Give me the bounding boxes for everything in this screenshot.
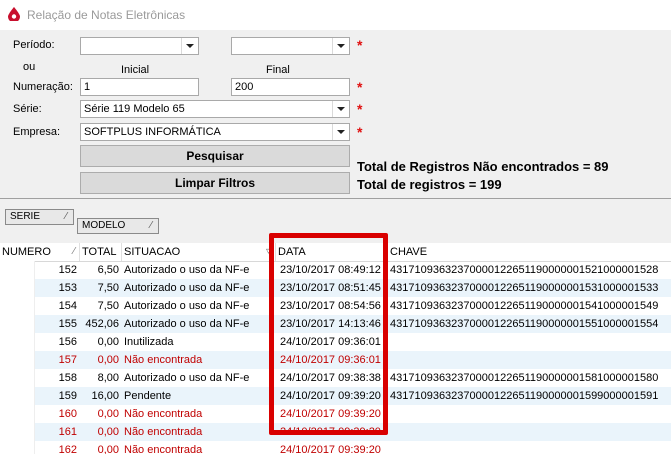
divider xyxy=(0,198,671,199)
row-indent xyxy=(0,423,35,441)
column-header-total[interactable]: TOTAL xyxy=(80,243,122,261)
row-indent xyxy=(0,387,35,405)
serie-dropdown[interactable]: Série 119 Modelo 65 xyxy=(80,100,350,118)
periodo-inicial-dropdown[interactable] xyxy=(80,37,199,55)
chevron-down-icon xyxy=(332,124,349,140)
data-column-highlight xyxy=(269,233,388,435)
cell-chave xyxy=(388,405,671,423)
cell-total: 0,00 xyxy=(97,408,119,420)
column-header-situacao[interactable]: SITUACAO ▿ xyxy=(122,243,276,261)
cell-numero: 154 xyxy=(58,300,77,312)
cell-numero: 156 xyxy=(58,336,77,348)
cell-numero: 162 xyxy=(58,444,77,454)
cell-chave: 4317109363237000012265119000000159900000… xyxy=(390,390,659,402)
numeracao-final-input[interactable]: 200 xyxy=(231,78,350,96)
cell-situacao: Não encontrada xyxy=(124,354,203,366)
cell-chave: 4317109363237000012265119000000158100000… xyxy=(390,372,659,384)
cell-numero: 157 xyxy=(58,354,77,366)
row-indent xyxy=(0,297,35,315)
required-mark: * xyxy=(357,79,363,95)
row-indent xyxy=(0,405,35,423)
cell-numero: 152 xyxy=(58,264,77,276)
inicial-label: Inicial xyxy=(121,64,150,76)
numeracao-label: Numeração: xyxy=(13,81,73,93)
cell-chave xyxy=(388,441,671,454)
row-indent xyxy=(0,333,35,351)
cell-situacao: Inutilizada xyxy=(124,336,174,348)
empresa-dropdown[interactable]: SOFTPLUS INFORMÁTICA xyxy=(80,123,350,141)
cell-total: 16,00 xyxy=(91,390,119,402)
required-mark: * xyxy=(357,101,363,117)
cell-numero: 159 xyxy=(58,390,77,402)
window-title: Relação de Notas Eletrônicas xyxy=(27,8,186,22)
total-registros: Total de registros = 199 xyxy=(357,177,502,192)
row-indent xyxy=(0,369,35,387)
limpar-filtros-button[interactable]: Limpar Filtros xyxy=(80,172,350,194)
final-label: Final xyxy=(266,64,290,76)
cell-situacao: Não encontrada xyxy=(124,426,203,438)
cell-chave xyxy=(388,423,671,441)
cell-numero: 155 xyxy=(58,318,77,330)
cell-total: 0,00 xyxy=(97,426,119,438)
title-bar: Relação de Notas Eletrônicas xyxy=(0,0,671,30)
sort-icon: ⁄ xyxy=(150,220,152,231)
group-by-serie[interactable]: SERIE ⁄ xyxy=(5,209,74,225)
row-indent xyxy=(0,315,35,333)
sort-icon: ⁄ xyxy=(65,211,67,222)
cell-situacao: Autorizado o uso da NF-e xyxy=(124,282,250,294)
sort-icon: ⁄ xyxy=(73,246,75,257)
cell-data: 24/10/2017 09:39:20 xyxy=(280,444,381,454)
cell-situacao: Autorizado o uso da NF-e xyxy=(124,300,250,312)
cell-chave: 4317109363237000012265119000000152100000… xyxy=(390,264,659,276)
cell-chave: 4317109363237000012265119000000154100000… xyxy=(390,300,659,312)
cell-numero: 158 xyxy=(58,372,77,384)
numeracao-inicial-input[interactable]: 1 xyxy=(80,78,199,96)
serie-label: Série: xyxy=(13,103,42,115)
table-row[interactable]: 162 0,00 Não encontrada 24/10/2017 09:39:20 xyxy=(0,441,671,454)
empresa-label: Empresa: xyxy=(13,126,61,138)
cell-numero: 160 xyxy=(58,408,77,420)
pesquisar-button[interactable]: Pesquisar xyxy=(80,145,350,167)
chevron-down-icon xyxy=(181,38,198,54)
cell-situacao: Autorizado o uso da NF-e xyxy=(124,372,250,384)
cell-situacao: Pendente xyxy=(124,390,172,402)
filter-panel: Período: * ou Inicial Final Numeração: 1… xyxy=(0,30,671,198)
chevron-down-icon xyxy=(332,38,349,54)
ou-label: ou xyxy=(23,61,36,73)
cell-numero: 161 xyxy=(58,426,77,438)
column-header-numero[interactable]: NUMERO ⁄ xyxy=(0,243,80,261)
periodo-label: Período: xyxy=(13,39,55,51)
row-indent xyxy=(0,351,35,369)
row-indent xyxy=(0,279,35,297)
periodo-final-dropdown[interactable] xyxy=(231,37,350,55)
required-mark: * xyxy=(357,124,363,140)
group-by-modelo[interactable]: MODELO ⁄ xyxy=(77,218,159,234)
cell-total: 7,50 xyxy=(97,282,119,294)
cell-chave: 4317109363237000012265119000000153100000… xyxy=(390,282,659,294)
column-header-chave[interactable]: CHAVE xyxy=(388,243,671,261)
cell-situacao: Autorizado o uso da NF-e xyxy=(124,264,250,276)
row-indent xyxy=(0,441,35,454)
chevron-down-icon xyxy=(332,101,349,117)
cell-situacao: Autorizado o uso da NF-e xyxy=(124,318,250,330)
row-indent xyxy=(0,261,35,279)
cell-situacao: Não encontrada xyxy=(124,408,203,420)
cell-chave xyxy=(388,333,671,351)
cell-total: 6,50 xyxy=(97,264,119,276)
cell-total: 0,00 xyxy=(97,444,119,454)
app-logo-icon xyxy=(8,7,20,21)
cell-total: 0,00 xyxy=(97,354,119,366)
required-mark: * xyxy=(357,37,363,53)
cell-total: 0,00 xyxy=(97,336,119,348)
cell-chave: 4317109363237000012265119000000155100000… xyxy=(390,318,659,330)
cell-chave xyxy=(388,351,671,369)
cell-total: 7,50 xyxy=(97,300,119,312)
cell-total: 452,06 xyxy=(85,318,119,330)
cell-total: 8,00 xyxy=(97,372,119,384)
total-nao-encontrados: Total de Registros Não encontrados = 89 xyxy=(357,159,609,174)
cell-situacao: Não encontrada xyxy=(124,444,203,454)
cell-numero: 153 xyxy=(58,282,77,294)
